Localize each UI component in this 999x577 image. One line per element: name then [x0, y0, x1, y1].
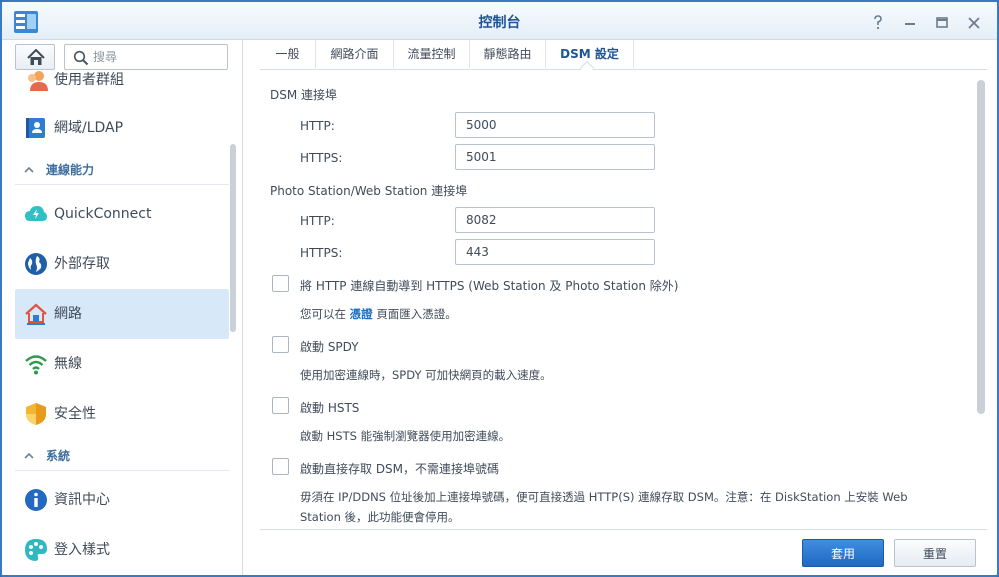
sidebar-item-wireless[interactable]: 無線 [15, 339, 229, 389]
network-icon [25, 303, 47, 325]
content-scrollbar[interactable] [977, 80, 985, 414]
sidebar-item-label: QuickConnect [54, 206, 152, 222]
certificate-link[interactable]: 憑證 [350, 307, 373, 321]
tab-network-interface[interactable]: 網路介面 [316, 40, 394, 68]
sidebar-item-domain-ldap[interactable]: 網域/LDAP [15, 103, 229, 153]
redirect-https-checkbox[interactable] [272, 275, 289, 292]
sidebar-item-label: 資訊中心 [54, 492, 110, 508]
sidebar-item-user-group[interactable]: 使用者群組 [15, 55, 229, 105]
external-access-icon [25, 253, 47, 275]
quickconnect-icon [25, 206, 47, 221]
enable-spdy-label: 啟動 SPDY [300, 340, 359, 354]
user-group-icon [28, 71, 48, 91]
sidebar-section-connectivity[interactable]: 連線能力 [15, 157, 229, 185]
reset-button[interactable]: 重置 [894, 539, 976, 567]
sidebar-item-label: 無線 [54, 356, 82, 372]
title-bar[interactable]: 控制台 [2, 2, 997, 40]
dsm-settings-panel: DSM 連接埠 HTTP: HTTPS: Photo Station/Web S… [260, 72, 987, 529]
apply-button[interactable]: 套用 [802, 539, 884, 567]
window-title: 控制台 [478, 15, 521, 31]
pw-http-port-field[interactable] [455, 207, 655, 233]
redirect-https-description: 您可以在 憑證 頁面匯入憑證。 [300, 304, 457, 325]
footer-bar: 套用 重置 [260, 529, 987, 575]
tab-general[interactable]: 一般 [260, 40, 316, 68]
hsts-description: 啟動 HSTS 能強制瀏覽器使用加密連線。 [300, 429, 511, 443]
description-text: 頁面匯入憑證。 [376, 307, 457, 321]
enable-hsts-label: 啟動 HSTS [300, 401, 360, 415]
sidebar-item-login-style[interactable]: 登入樣式 [15, 525, 229, 575]
sidebar-item-label: 安全性 [54, 406, 96, 422]
direct-access-label: 啟動直接存取 DSM，不需連接埠號碼 [300, 462, 500, 476]
dsm-https-label: HTTPS: [300, 151, 343, 165]
minimize-icon[interactable] [900, 13, 920, 33]
shield-icon [26, 403, 46, 425]
sidebar-item-quickconnect[interactable]: QuickConnect [15, 189, 229, 239]
help-icon[interactable] [868, 13, 888, 33]
description-text: 您可以在 [300, 307, 346, 321]
palette-icon [25, 539, 47, 561]
dsm-port-heading: DSM 連接埠 [270, 88, 338, 102]
sidebar-section-system[interactable]: 系統 [15, 443, 229, 471]
dsm-http-port-field[interactable] [455, 112, 655, 138]
sidebar-item-external-access[interactable]: 外部存取 [15, 239, 229, 289]
sidebar-item-label: 網域/LDAP [54, 120, 124, 136]
redirect-https-label: 將 HTTP 連線自動導到 HTTPS (Web Station 及 Photo… [300, 279, 679, 293]
sidebar: 使用者群組 網域/LDAP 連線能力 QuickConnect [2, 40, 243, 575]
direct-access-description-line2: Station 後，此功能便會停用。 [300, 510, 460, 524]
dsm-https-port-field[interactable] [455, 144, 655, 170]
enable-hsts-checkbox[interactable] [272, 397, 289, 414]
sidebar-item-label: 登入樣式 [54, 542, 110, 558]
sidebar-scrollbar[interactable] [230, 144, 236, 332]
photo-web-port-heading: Photo Station/Web Station 連接埠 [270, 184, 468, 198]
domain-ldap-icon [26, 118, 45, 138]
pw-https-port-field[interactable] [455, 239, 655, 265]
chevron-up-icon [23, 450, 35, 465]
control-panel-window: 控制台 搜尋 使用者群組 網域/LDAP 連線能力 QuickConnect 外… [0, 0, 999, 577]
sidebar-item-label: 使用者群組 [54, 72, 124, 88]
close-icon[interactable] [964, 13, 984, 33]
sidebar-item-network[interactable]: 網路 [15, 289, 229, 339]
dsm-http-label: HTTP: [300, 119, 335, 133]
direct-access-description-line1: 毋須在 IP/DDNS 位址後加上連接埠號碼，便可直接透過 HTTP(S) 連線… [300, 490, 908, 504]
sidebar-section-label: 連線能力 [46, 163, 95, 177]
tab-traffic-control[interactable]: 流量控制 [394, 40, 470, 68]
direct-access-checkbox[interactable] [272, 458, 289, 475]
sidebar-section-label: 系統 [46, 449, 71, 463]
enable-spdy-checkbox[interactable] [272, 336, 289, 353]
sidebar-item-info-center[interactable]: 資訊中心 [15, 475, 229, 525]
chevron-up-icon [23, 164, 35, 179]
maximize-icon[interactable] [932, 13, 952, 33]
tab-bar: 一般 網路介面 流量控制 靜態路由 DSM 設定 [260, 40, 987, 70]
sidebar-item-label: 網路 [54, 306, 82, 322]
tab-static-route[interactable]: 靜態路由 [470, 40, 546, 68]
spdy-description: 使用加密連線時，SPDY 可加快網頁的載入速度。 [300, 368, 552, 382]
pw-http-label: HTTP: [300, 214, 335, 228]
sidebar-item-label: 外部存取 [54, 256, 110, 272]
sidebar-item-security[interactable]: 安全性 [15, 389, 229, 439]
info-icon [25, 489, 47, 511]
pw-https-label: HTTPS: [300, 246, 343, 260]
wireless-icon [25, 355, 47, 375]
